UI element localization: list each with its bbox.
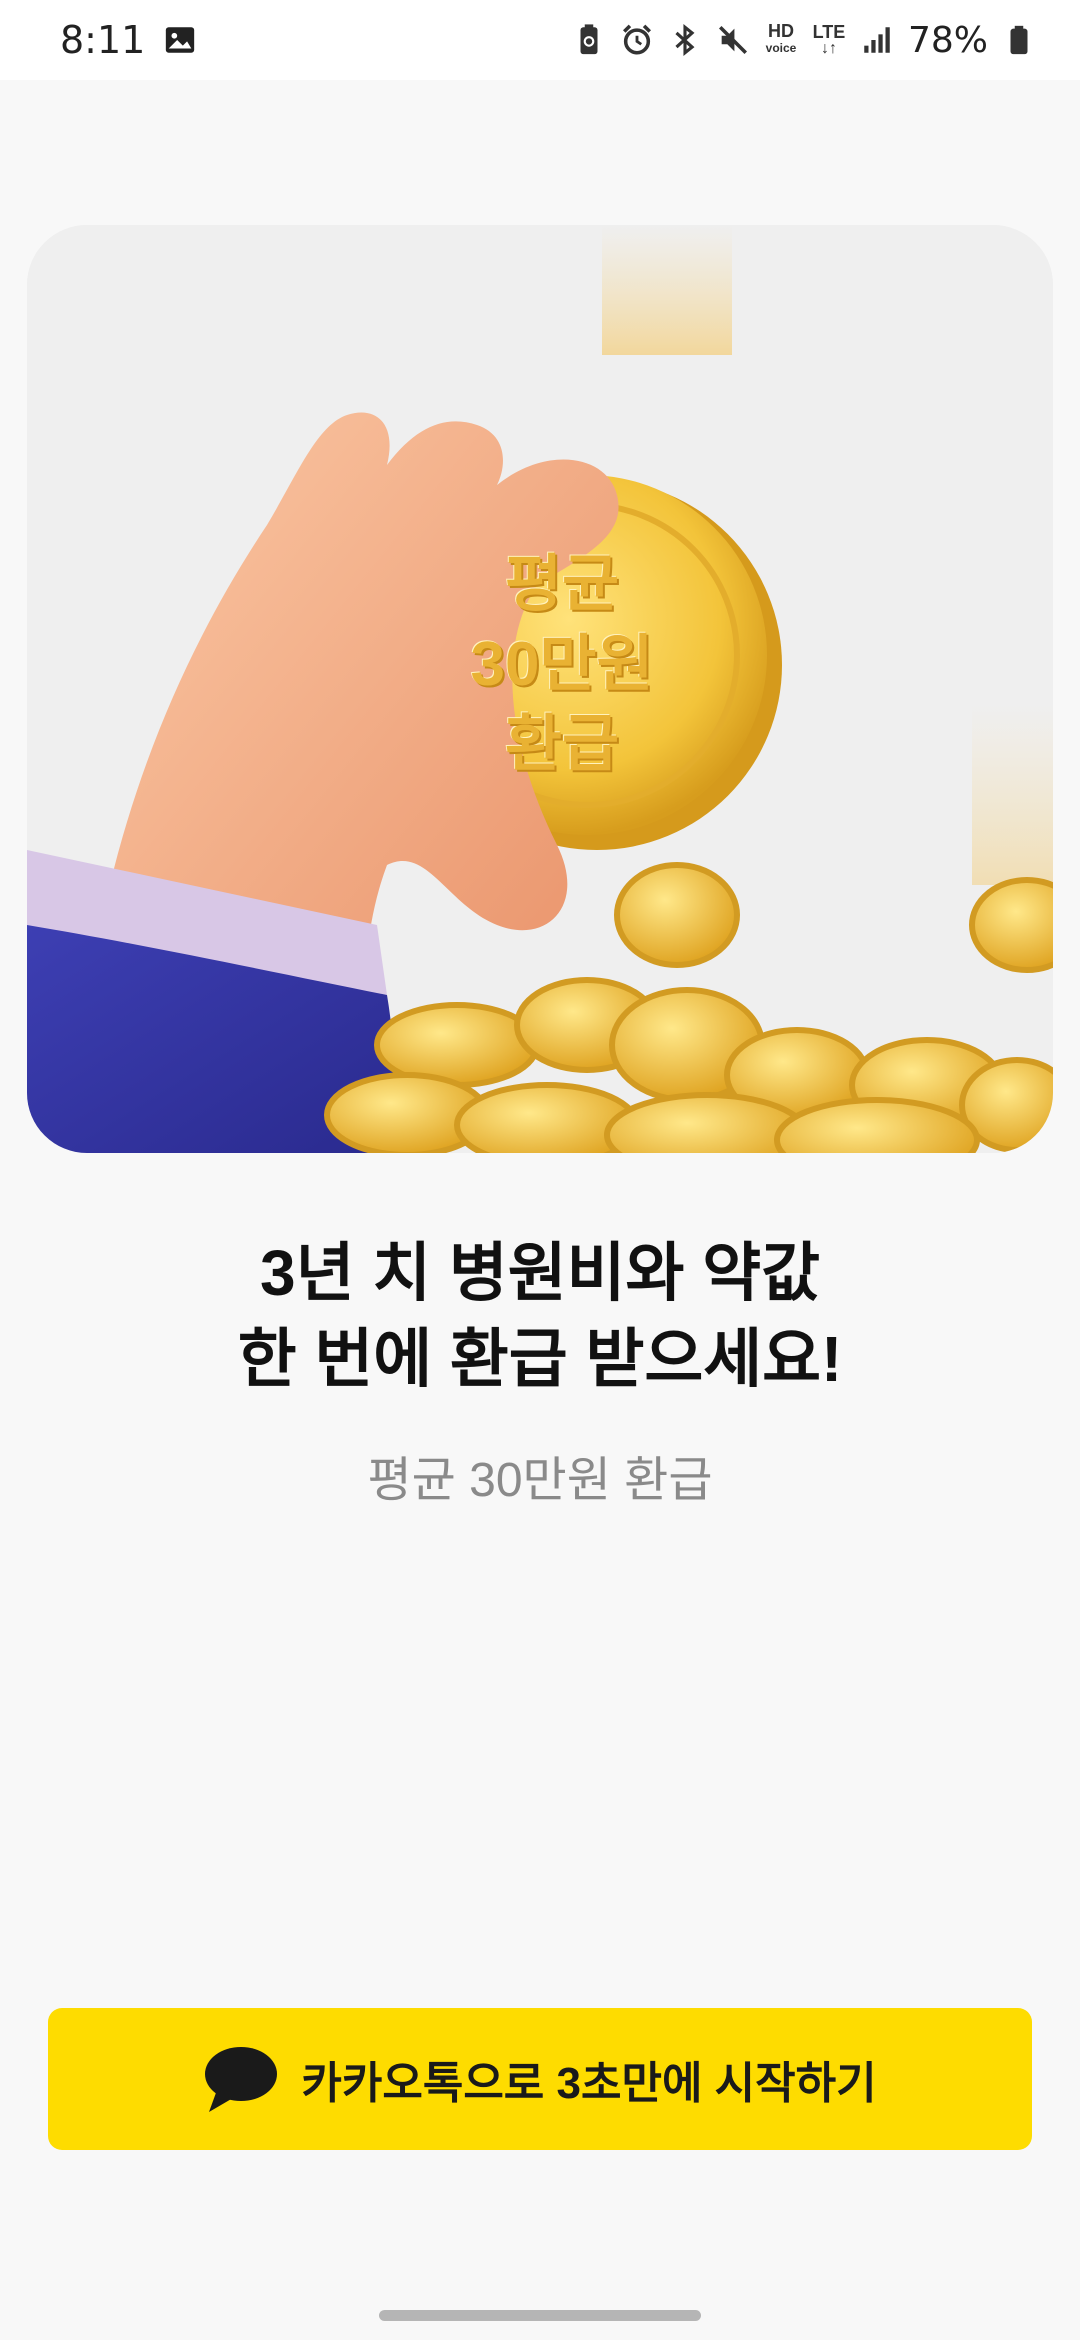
headline-line-1: 3년 치 병원비와 약값 xyxy=(260,1237,820,1309)
gallery-icon xyxy=(163,23,197,57)
kakao-start-button[interactable]: 카카오톡으로 3초만에 시작하기 xyxy=(48,2008,1032,2150)
hd-label: HD xyxy=(767,21,794,41)
bluetooth-icon xyxy=(668,23,702,57)
coin-line-1: 평균 xyxy=(504,550,620,619)
battery-saver-icon xyxy=(572,23,606,57)
hd-voice-icon: HD voice xyxy=(764,21,798,57)
hero-illustration: 평균 30만원 환급 xyxy=(27,225,1053,1153)
lte-label: LTE xyxy=(812,21,846,42)
speech-bubble-icon xyxy=(205,2047,278,2112)
kakao-start-label: 카카오톡으로 3초만에 시작하기 xyxy=(301,2059,877,2108)
status-bar: 8:11 HD voice LTE ↓↑ 78% xyxy=(0,0,1080,80)
coin-line-3: 환급 xyxy=(504,710,620,779)
headline: 3년 치 병원비와 약값 한 번에 환급 받으세요! xyxy=(0,1230,1080,1402)
coin-text: 평균 30만원 환급 xyxy=(422,545,702,785)
alarm-icon xyxy=(620,23,654,57)
status-time: 8:11 xyxy=(60,18,146,62)
coin-line-2: 30만원 xyxy=(470,630,654,699)
battery-icon xyxy=(1002,23,1036,57)
mute-icon xyxy=(716,23,750,57)
subline: 평균 30만원 환급 xyxy=(367,1454,713,1507)
lte-icon: LTE ↓↑ xyxy=(812,21,846,57)
signal-icon xyxy=(860,23,894,57)
home-indicator[interactable] xyxy=(379,2310,701,2321)
battery-percent: 78% xyxy=(907,19,988,61)
voice-label: voice xyxy=(765,41,797,55)
headline-line-2: 한 번에 환급 받으세요! xyxy=(237,1323,843,1395)
